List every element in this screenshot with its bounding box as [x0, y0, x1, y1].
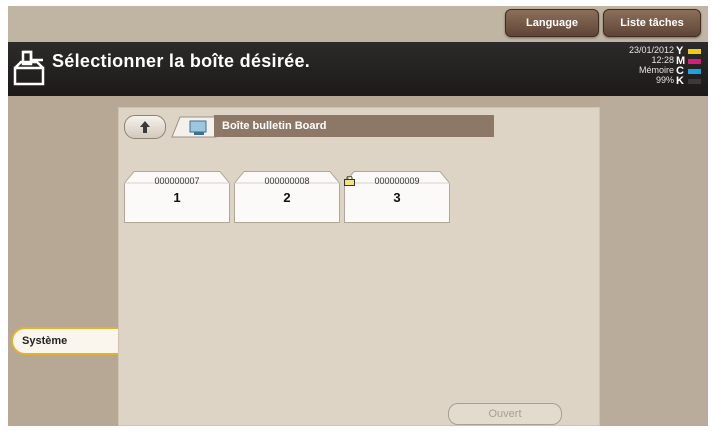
top-button-bar: Language Liste tâches	[8, 6, 708, 42]
toner-bar-cyan	[688, 68, 701, 74]
box-item[interactable]: 000000009 3	[344, 171, 450, 223]
toner-bar-yellow	[688, 48, 701, 54]
box-item[interactable]: 000000008 2	[234, 171, 340, 223]
date-text: 23/01/2012	[628, 45, 674, 55]
current-path: Boîte bulletin Board	[214, 115, 494, 137]
language-button[interactable]: Language	[505, 9, 599, 37]
status-readout: 23/01/2012 12:28 Mémoire 99%	[629, 45, 674, 85]
box-number: 2	[283, 190, 291, 205]
left-tab-panel: Système	[8, 96, 119, 426]
arrow-up-icon	[140, 121, 150, 133]
toner-letter: K	[676, 75, 684, 87]
box-id: 000000008	[264, 176, 310, 186]
memory-label: Mémoire	[638, 65, 674, 75]
tab-system[interactable]: Système	[11, 327, 119, 355]
box-item[interactable]: 000000007 1	[124, 171, 230, 223]
header-bar: Sélectionner la boîte désirée. 23/01/201…	[8, 42, 708, 96]
copier-panel-screen: Language Liste tâches Sélectionner la bo…	[8, 6, 708, 426]
toner-bar-magenta	[688, 58, 701, 64]
toner-bar-black	[688, 78, 701, 84]
job-list-button[interactable]: Liste tâches	[603, 9, 701, 37]
up-level-button[interactable]	[124, 115, 166, 139]
bulletin-board-icon	[171, 116, 217, 138]
page-title: Sélectionner la boîte désirée.	[52, 51, 311, 71]
box-list-panel: Boîte bulletin Board 000000007 1 0000000…	[118, 107, 600, 426]
box-id-row: 000000009	[344, 176, 450, 186]
lock-icon	[344, 176, 355, 186]
toner-levels: Y M C K	[676, 46, 702, 87]
time-text: 12:28	[651, 55, 674, 65]
user-box-icon	[13, 50, 45, 86]
box-number: 1	[173, 190, 181, 205]
memory-value: 99%	[655, 75, 674, 85]
box-number: 3	[393, 190, 401, 205]
open-button[interactable]: Ouvert	[448, 403, 562, 425]
box-id: 000000007	[154, 176, 200, 186]
box-id: 000000009	[374, 176, 420, 186]
right-panel	[600, 96, 708, 426]
toner-row-black: K	[676, 75, 702, 87]
